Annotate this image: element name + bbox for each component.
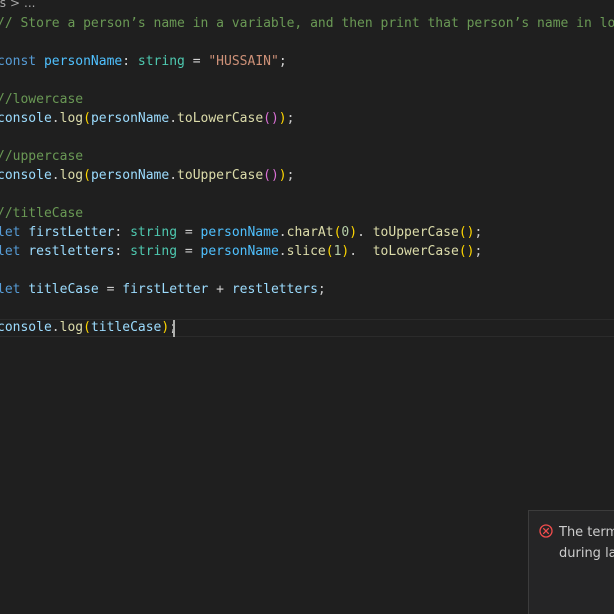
code-line-rest-letters: let restletters: string = personName.sli… <box>0 244 483 259</box>
code-line-const-declaration: const personName: string = "HUSSAIN"; <box>0 54 287 69</box>
error-circle-icon <box>539 524 553 538</box>
error-notification-toast[interactable]: The termi during lau <box>528 510 614 614</box>
code-line-comment: //uppercase <box>0 149 84 164</box>
code-line-log-lowercase: console.log(personName.toLowerCase()); <box>0 111 295 126</box>
code-editor[interactable]: ts>... // Store a person’s name in a var… <box>0 0 614 614</box>
code-line-comment: //lowercase <box>0 92 84 107</box>
breadcrumb-more[interactable]: ... <box>24 0 35 10</box>
code-line-comment: // Store a person’s name in a variable, … <box>0 16 614 31</box>
text-cursor <box>173 320 175 337</box>
code-line-title-case: let titleCase = firstLetter + restletter… <box>0 282 326 297</box>
breadcrumb-chevron-icon: > <box>9 0 21 10</box>
code-line-log-title-case: console.log(titleCase); <box>0 320 177 335</box>
breadcrumb-segment[interactable]: ts <box>0 0 6 10</box>
code-line-first-letter: let firstLetter: string = personName.cha… <box>0 225 483 240</box>
code-line-log-uppercase: console.log(personName.toUpperCase()); <box>0 168 295 183</box>
breadcrumb[interactable]: ts>... <box>0 0 39 12</box>
notification-message: The termi during lau <box>559 525 614 561</box>
code-line-comment: //titleCase <box>0 206 84 221</box>
